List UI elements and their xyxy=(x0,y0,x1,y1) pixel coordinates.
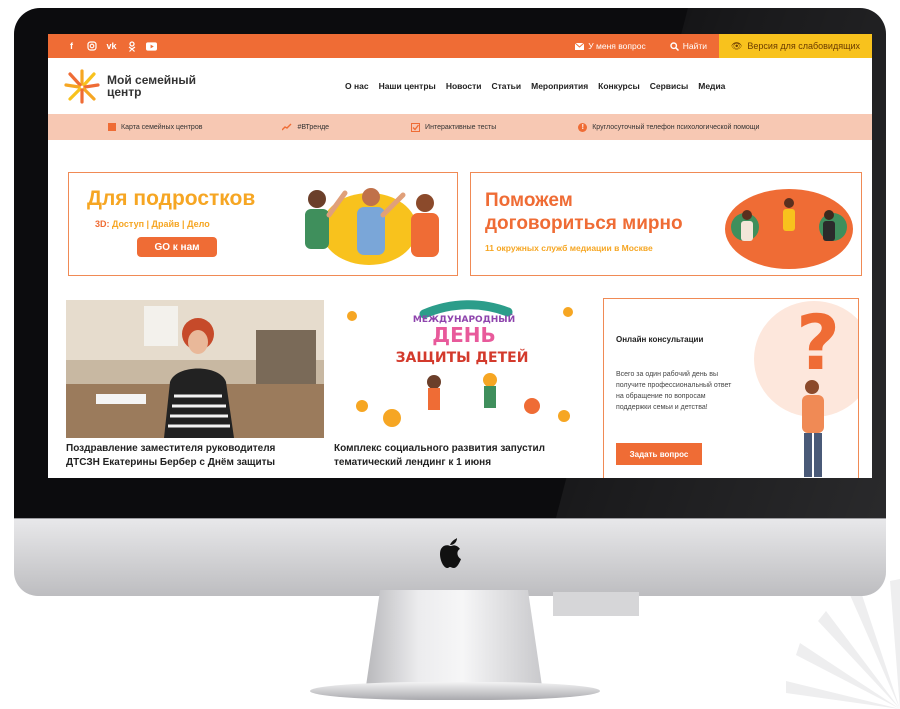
social-links: f vk xyxy=(48,40,157,52)
quick-link-tests[interactable]: Интерактивные тесты xyxy=(411,122,497,132)
quick-link-hotline[interactable]: ! Круглосуточный телефон психологической… xyxy=(578,122,760,132)
teens-tag-2: Драйв xyxy=(151,219,180,229)
teens-banner-title: Для подростков xyxy=(87,187,256,210)
quick-links-bar: Карта семейных центров #ВТренде Интеракт… xyxy=(48,114,872,140)
children-day-line-3: ЗАЩИТЫ ДЕТЕЙ xyxy=(396,349,529,366)
apple-logo-icon xyxy=(440,538,461,568)
monitor-stand-neck xyxy=(366,590,542,686)
ask-question-label: У меня вопрос xyxy=(588,41,646,51)
vk-icon[interactable]: vk xyxy=(106,41,117,52)
nav-item-contests[interactable]: Конкурсы xyxy=(598,81,640,91)
nav-item-about[interactable]: О нас xyxy=(345,81,369,91)
teens-banner-tags: 3D: Доступ | Драйв | Дело xyxy=(95,219,210,229)
quick-link-hotline-label: Круглосуточный телефон психологической п… xyxy=(592,123,760,131)
search-icon xyxy=(670,41,679,51)
consultation-title: Онлайн консультации xyxy=(616,335,704,344)
accessible-version-label: Версия для слабовидящих xyxy=(747,41,860,51)
news-title-1-line-1: Поздравление заместителя руководителя xyxy=(66,443,276,454)
news-title-2-line-2: тематический лендинг к 1 июня xyxy=(334,457,492,468)
search-link[interactable]: Найти xyxy=(658,41,719,51)
facebook-icon[interactable]: f xyxy=(66,41,77,52)
mediation-title-line-1: Поможем xyxy=(485,190,573,211)
logo-line-2: центр xyxy=(107,85,142,99)
nav-item-events[interactable]: Мероприятия xyxy=(531,81,588,91)
news-title-1[interactable]: Поздравление заместителя руководителя ДТ… xyxy=(66,442,275,470)
sun-logo-icon xyxy=(64,69,100,104)
ask-question-link[interactable]: У меня вопрос xyxy=(563,41,657,51)
top-bar-actions: У меня вопрос Найти 👁 Версия для слабови… xyxy=(563,34,872,58)
site-logo[interactable]: Мой семейный центр xyxy=(64,68,203,104)
mediation-banner-title: Поможем договориться мирно xyxy=(485,189,745,235)
envelope-icon xyxy=(575,42,585,50)
monitor-stand-base xyxy=(310,682,600,700)
consultation-text: Всего за один рабочий день вы получите п… xyxy=(616,371,732,411)
stand-shadow xyxy=(553,592,639,616)
news-title-2[interactable]: Комплекс социального развития запустил т… xyxy=(334,442,545,470)
children-day-art[interactable]: МЕЖДУНАРОДНЫЙ ДЕНЬ ЗАЩИТЫ ДЕТЕЙ xyxy=(332,296,592,440)
nav-item-articles[interactable]: Статьи xyxy=(491,81,521,91)
teens-illustration xyxy=(305,188,439,265)
teens-tag-1: Доступ xyxy=(112,219,145,229)
eye-icon: 👁 xyxy=(730,40,743,51)
checkbox-icon xyxy=(411,122,421,132)
quick-link-trend-label: #ВТренде xyxy=(297,123,330,131)
monitor-chin xyxy=(14,518,886,596)
logo-text: Мой семейный центр xyxy=(107,74,203,98)
nav-item-media[interactable]: Медиа xyxy=(698,81,725,91)
mediation-banner-subtitle: 11 окружных служб медиации в Москве xyxy=(485,243,653,253)
instagram-icon[interactable] xyxy=(86,41,97,52)
main-nav: О нас Наши центры Новости Статьи Меропри… xyxy=(345,81,725,91)
teens-tag-3: Дело xyxy=(187,219,210,229)
promo-banners: Для подростков 3D: Доступ | Драйв | Дело… xyxy=(68,172,862,276)
info-icon: ! xyxy=(578,122,588,132)
quick-link-map-label: Карта семейных центров xyxy=(121,123,203,131)
ask-question-button[interactable]: Задать вопрос xyxy=(616,443,702,465)
mediation-banner[interactable]: Поможем договориться мирно 11 окружных с… xyxy=(470,172,862,276)
mediation-illustration xyxy=(725,189,853,269)
mediation-title-line-2: договориться мирно xyxy=(485,213,683,234)
search-label: Найти xyxy=(682,41,707,51)
nav-item-centers[interactable]: Наши центры xyxy=(379,81,436,91)
top-bar: f vk У меня вопрос Найти 👁 Версия для сл… xyxy=(48,34,872,58)
consultation-card: ? Онлайн консультации Всего за один рабо… xyxy=(603,298,859,478)
quick-link-trend[interactable]: #ВТренде xyxy=(282,123,329,131)
question-mark-illustration: ? xyxy=(754,299,858,477)
quick-link-map[interactable]: Карта семейных центров xyxy=(108,123,202,131)
go-button[interactable]: GO к нам xyxy=(137,237,217,257)
news-photo-1[interactable] xyxy=(66,300,324,438)
news-cards: Поздравление заместителя руководителя ДТ… xyxy=(66,296,866,478)
nav-item-news[interactable]: Новости xyxy=(446,81,482,91)
website-screen: f vk У меня вопрос Найти 👁 Версия для сл… xyxy=(48,34,872,478)
trend-icon xyxy=(282,123,292,131)
odnoklassniki-icon[interactable] xyxy=(126,40,137,52)
news-title-2-line-1: Комплекс социального развития запустил xyxy=(334,443,546,454)
teens-banner[interactable]: Для подростков 3D: Доступ | Драйв | Дело… xyxy=(68,172,458,276)
teens-prefix: 3D: xyxy=(95,219,110,229)
accessible-version-button[interactable]: 👁 Версия для слабовидящих xyxy=(718,34,872,58)
map-icon xyxy=(108,123,116,131)
news-title-1-line-2: ДТСЗН Екатерины Бербер с Днём защиты xyxy=(66,457,276,468)
nav-item-services[interactable]: Сервисы xyxy=(650,81,689,91)
children-day-line-2: ДЕНЬ xyxy=(432,323,495,347)
quick-link-tests-label: Интерактивные тесты xyxy=(425,123,497,131)
youtube-icon[interactable] xyxy=(146,41,157,52)
site-header: Мой семейный центр О нас Наши центры Нов… xyxy=(48,58,872,114)
svg-text:?: ? xyxy=(796,299,840,387)
